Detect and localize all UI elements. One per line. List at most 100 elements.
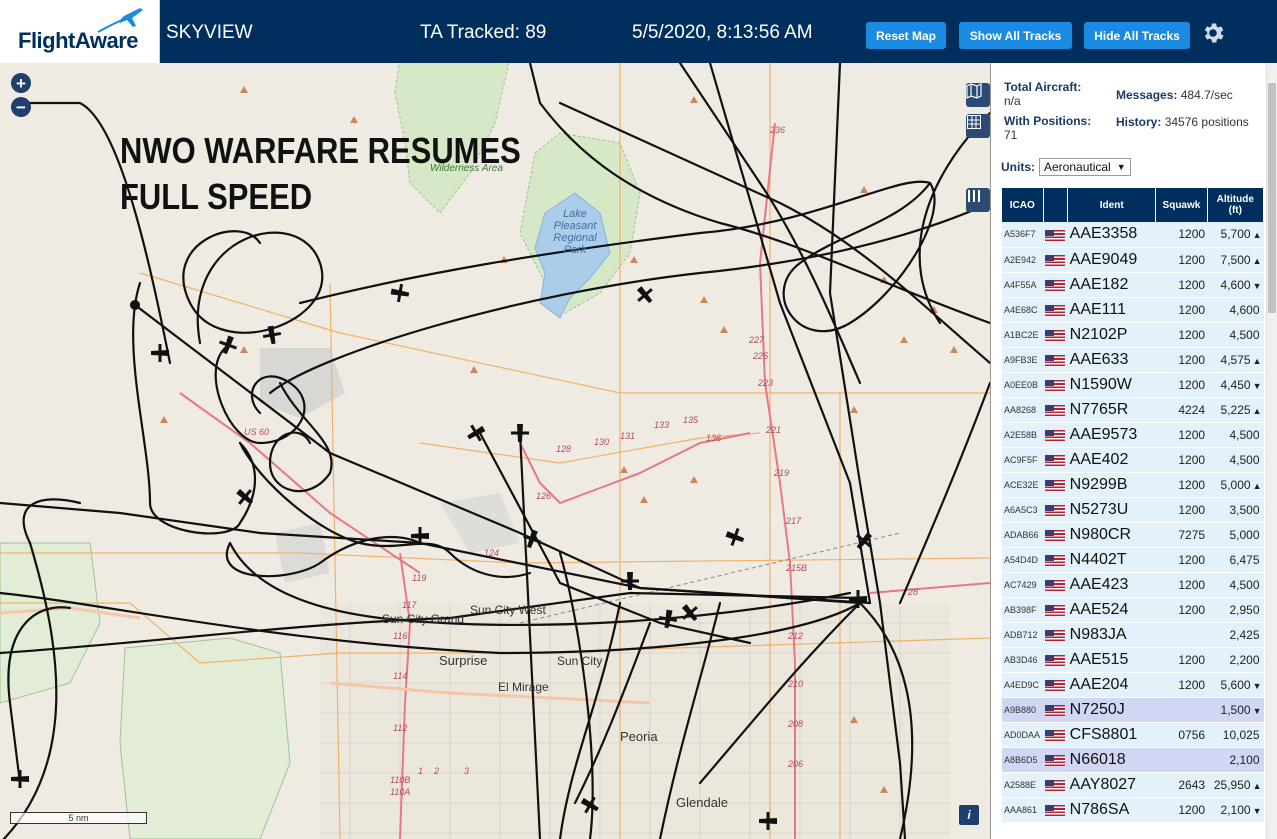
flag-cell	[1043, 747, 1068, 773]
map-view[interactable]: Wilderness Area Lake Pleasant Regional P…	[0, 63, 990, 839]
ident-cell: N5273U	[1067, 497, 1156, 523]
table-row[interactable]: AA8268 N7765R 4224 5,225 ▲	[1002, 397, 1264, 423]
top-bar: FlightAware SKYVIEW TA Tracked: 89 5/5/2…	[0, 0, 1277, 63]
zoom-in-button[interactable]: +	[11, 73, 31, 93]
ident-cell: N66018	[1067, 747, 1156, 773]
table-row[interactable]: A1BC2E N2102P 1200 4,500	[1002, 322, 1264, 348]
flag-cell	[1043, 297, 1068, 323]
logo-text: FlightAware	[18, 28, 139, 53]
altitude-value: 4,600	[1220, 277, 1251, 292]
flag-cell	[1043, 322, 1068, 348]
squawk-cell: 1200	[1155, 222, 1208, 248]
map-layers-button[interactable]	[966, 83, 990, 107]
messages-label: Messages:	[1116, 88, 1178, 102]
table-row[interactable]: ADAB66 N980CR 7275 5,000	[1002, 522, 1264, 548]
altitude-value: 5,225	[1220, 402, 1251, 417]
table-row[interactable]: AC7429 AAE423 1200 4,500	[1002, 572, 1264, 598]
table-row[interactable]: A2E58B AAE9573 1200 4,500	[1002, 422, 1264, 448]
flag-cell	[1043, 397, 1068, 423]
us-flag-icon	[1045, 279, 1066, 291]
us-flag-icon	[1045, 654, 1066, 666]
table-row[interactable]: A9FB3E AAE633 1200 4,575 ▲	[1002, 347, 1264, 373]
flag-cell	[1043, 547, 1068, 573]
table-header-row: ICAO Ident Squawk Altitude (ft)	[1002, 188, 1265, 222]
table-row[interactable]: A2588E AAY8027 2643 25,950 ▲	[1002, 772, 1264, 798]
altitude-cell: 2,100	[1207, 747, 1264, 773]
altitude-cell: 7,500 ▲	[1207, 247, 1264, 273]
flag-cell	[1043, 472, 1068, 498]
road-number: 136	[706, 433, 722, 443]
icao-cell: AAA861	[1002, 797, 1044, 823]
altitude-value: 5,000	[1229, 527, 1260, 542]
table-row[interactable]: A4ED9C AAE204 1200 5,600 ▼	[1002, 672, 1264, 698]
column-header-altitude[interactable]: Altitude (ft)	[1207, 188, 1265, 222]
road-number: 215B	[786, 563, 808, 573]
us-flag-icon	[1045, 354, 1066, 366]
table-row[interactable]: AC9F5F AAE402 1200 4,500	[1002, 447, 1264, 473]
table-row[interactable]: A4F55A AAE182 1200 4,600 ▼	[1002, 272, 1264, 298]
table-row[interactable]: A9B880 N7250J 1,500 ▼	[1002, 697, 1264, 723]
grid-toggle-button[interactable]	[966, 114, 990, 138]
road-number: 133	[654, 420, 670, 430]
total-aircraft-stat: Total Aircraft: n/a	[1004, 80, 1081, 108]
flag-cell	[1043, 447, 1068, 473]
clock: 5/5/2020, 8:13:56 AM	[632, 22, 813, 43]
altitude-cell: 25,950 ▲	[1207, 772, 1264, 798]
road-number: 110A	[390, 787, 411, 797]
road-number: 119	[412, 573, 427, 583]
column-header-icao[interactable]: ICAO	[1002, 188, 1044, 222]
table-row[interactable]: ADB712 N983JA 2,425	[1002, 622, 1264, 648]
table-row[interactable]: A6A5C3 N5273U 1200 3,500	[1002, 497, 1264, 523]
show-all-tracks-button[interactable]: Show All Tracks	[959, 22, 1072, 49]
zoom-out-button[interactable]: −	[11, 97, 31, 117]
table-row[interactable]: AAA861 N786SA 1200 2,100 ▼	[1002, 797, 1264, 823]
table-row[interactable]: A2E942 AAE9049 1200 7,500 ▲	[1002, 247, 1264, 273]
column-header-flag[interactable]	[1043, 188, 1069, 222]
icao-cell: A1BC2E	[1002, 322, 1044, 348]
altitude-trend-icon: ▲	[1252, 255, 1262, 266]
flightaware-logo[interactable]: FlightAware	[0, 0, 160, 63]
squawk-cell: 1200	[1155, 547, 1208, 573]
table-row[interactable]: AB398F AAE524 1200 2,950	[1002, 597, 1264, 623]
icao-cell: AD0DAA	[1002, 722, 1044, 748]
altitude-cell: 1,500 ▼	[1207, 697, 1264, 723]
sidebar-scrollbar[interactable]	[1266, 63, 1277, 839]
road-number: 117	[402, 600, 417, 610]
altitude-cell: 4,500	[1207, 422, 1264, 448]
info-button[interactable]: i	[959, 805, 979, 825]
table-row[interactable]: A4E68C AAE111 1200 4,600	[1002, 297, 1264, 323]
ident-cell: AAE9049	[1067, 247, 1156, 273]
table-row[interactable]: A0EE0B N1590W 1200 4,450 ▼	[1002, 372, 1264, 398]
table-row[interactable]: A536F7 AAE3358 1200 5,700 ▲	[1002, 222, 1264, 248]
with-positions-label: With Positions:	[1004, 114, 1092, 128]
column-header-ident[interactable]: Ident	[1067, 188, 1157, 222]
us-flag-icon	[1045, 779, 1066, 791]
altitude-value: 2,100	[1220, 802, 1251, 817]
us-flag-icon	[1045, 629, 1066, 641]
scroll-thumb[interactable]	[1268, 83, 1276, 313]
scale-bar: 5 nm	[10, 812, 147, 824]
peoria-label: Peoria	[620, 729, 658, 744]
sidebar-toggle-button[interactable]	[966, 188, 990, 212]
table-row[interactable]: A54D4D N4402T 1200 6,475	[1002, 547, 1264, 573]
table-row[interactable]: ACE32E N9299B 1200 5,000 ▲	[1002, 472, 1264, 498]
icao-cell: A9FB3E	[1002, 347, 1044, 373]
hide-all-tracks-button[interactable]: Hide All Tracks	[1084, 22, 1190, 49]
table-row[interactable]: A8B6D5 N66018 2,100	[1002, 747, 1264, 773]
altitude-trend-icon: ▲	[1252, 230, 1262, 241]
ident-cell: N1590W	[1067, 372, 1156, 398]
gear-icon[interactable]	[1200, 20, 1226, 46]
ident-cell: AAE633	[1067, 347, 1156, 373]
road-number: 128	[556, 444, 572, 454]
squawk-cell: 1200	[1155, 597, 1208, 623]
reset-map-button[interactable]: Reset Map	[866, 22, 946, 49]
table-row[interactable]: AB3D46 AAE515 1200 2,200	[1002, 647, 1264, 673]
road-number: 28	[908, 587, 919, 597]
table-row[interactable]: AD0DAA CFS8801 0756 10,025	[1002, 722, 1264, 748]
units-select[interactable]: Aeronautical ▼	[1039, 158, 1131, 176]
squawk-cell: 2643	[1155, 772, 1208, 798]
altitude-trend-icon: ▼	[1252, 705, 1262, 716]
flag-cell	[1043, 572, 1068, 598]
flag-cell	[1043, 647, 1068, 673]
column-header-squawk[interactable]: Squawk	[1155, 188, 1208, 222]
